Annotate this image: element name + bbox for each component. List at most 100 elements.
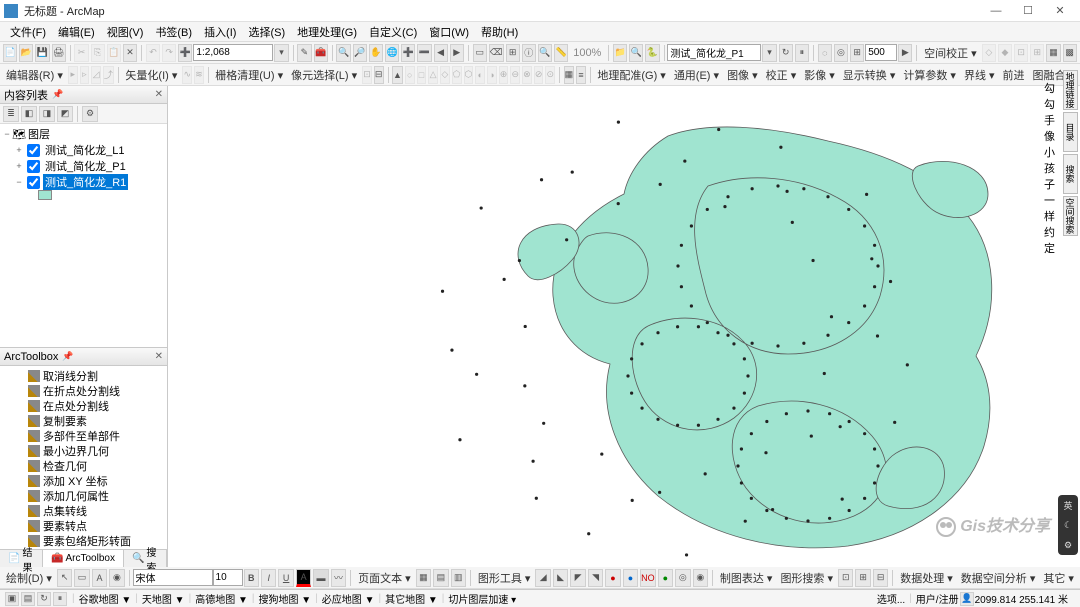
e6-icon[interactable]: ⬡ [464,66,474,84]
tool-item-8[interactable]: 添加几何属性 [2,488,165,503]
zoomin-icon[interactable]: 🔍 [336,44,350,62]
maptools-menu[interactable]: 图形工具 ▾ [474,570,535,586]
menu-customize[interactable]: 自定义(C) [363,22,423,42]
user-link[interactable]: 用户/注册 [916,591,959,606]
e12-icon[interactable]: ⊘ [534,66,544,84]
cs2-icon[interactable]: ⊟ [374,66,384,84]
fixedzoomin-icon[interactable]: ➕ [401,44,415,62]
sa6-icon[interactable]: ▩ [1063,44,1077,62]
mt3-icon[interactable]: ◤ [570,569,585,587]
layoutview-icon[interactable]: ▤ [21,592,35,606]
options-link[interactable]: 选项... [877,591,905,606]
sa4-icon[interactable]: ⊞ [1030,44,1044,62]
grid2-icon[interactable]: ▤ [433,569,448,587]
mt7-icon[interactable]: ● [658,569,673,587]
editor-menu[interactable]: 编辑器(R) ▾ [2,67,67,83]
toc-layer-0[interactable]: + 测试_简化龙_L1 [2,142,165,158]
pagetext-menu[interactable]: 页面文本 ▾ [354,570,415,586]
table-icon[interactable]: ▦ [564,66,575,84]
numeric-input[interactable] [865,44,897,61]
ss3-icon[interactable]: ⊟ [873,569,888,587]
selectbyattr-icon[interactable]: ⊞ [506,44,520,62]
identify-icon[interactable]: ⓘ [522,44,536,62]
mt4-icon[interactable]: ◥ [588,569,603,587]
listbysource-icon[interactable]: ◧ [21,106,37,122]
options-icon[interactable]: ⚙ [82,106,98,122]
sa3-icon[interactable]: ⊡ [1014,44,1028,62]
vec1-icon[interactable]: ∿ [182,66,192,84]
tab-results[interactable]: 📄结果 [0,550,43,567]
listbyvisible-icon[interactable]: ◨ [39,106,55,122]
editor-toolbar-icon[interactable]: ✎ [297,44,311,62]
paste-icon[interactable]: 📋 [107,44,121,62]
python-icon[interactable]: 🐍 [645,44,659,62]
adddata-icon[interactable]: ➕ [178,44,192,62]
go-icon[interactable]: ▶ [898,44,912,62]
ime-widget[interactable]: 英☾⚙ [1058,495,1078,555]
basemap-bing[interactable]: 必应地图 ▼ [322,591,375,606]
linecolor-icon[interactable]: 〰 [331,569,346,587]
e3-icon[interactable]: △ [428,66,438,84]
marker-icon[interactable]: ◉ [109,569,124,587]
menu-help[interactable]: 帮助(H) [475,22,524,42]
map-canvas[interactable]: Gis技术分享 [168,86,1080,567]
vectorize-menu[interactable]: 矢量化(I) ▾ [121,67,181,83]
listbydraw-icon[interactable]: ≣ [3,106,19,122]
grid-icon[interactable]: ⊞ [850,44,864,62]
edt2-icon[interactable]: ▹ [80,66,90,84]
e10-icon[interactable]: ⊖ [510,66,520,84]
fullextent-icon[interactable]: 🌐 [385,44,399,62]
e1-icon[interactable]: ○ [405,66,415,84]
tool-item-0[interactable]: 取消线分割 [2,368,165,383]
mt5-icon[interactable]: ● [605,569,620,587]
listbysel-icon[interactable]: ◩ [57,106,73,122]
pan-icon[interactable]: ✋ [369,44,383,62]
grid3-icon[interactable]: ▥ [451,569,466,587]
layer2-checkbox[interactable] [27,176,40,189]
zoomout-icon[interactable]: 🔎 [353,44,367,62]
fillcolor-icon[interactable]: ▬ [313,569,328,587]
font-select[interactable] [133,569,213,586]
delete-icon[interactable]: ✕ [123,44,137,62]
shapesearch-menu[interactable]: 图形搜索 ▾ [776,570,837,586]
mt6-icon[interactable]: ● [623,569,638,587]
basemap-google[interactable]: 谷歌地图 ▼ [79,591,132,606]
menu-selection[interactable]: 选择(S) [242,22,291,42]
underline-icon[interactable]: U [278,569,293,587]
vec2-icon[interactable]: ≋ [194,66,204,84]
tool-item-9[interactable]: 点集转线 [2,503,165,518]
mt1-icon[interactable]: ◢ [535,569,550,587]
pause-draw-icon[interactable]: ⏸ [53,592,67,606]
forward-icon[interactable]: ▶ [450,44,464,62]
clearsel-icon[interactable]: ⌫ [489,44,504,62]
layer0-checkbox[interactable] [27,144,40,157]
adjust-menu[interactable]: 校正 ▾ [762,67,801,83]
toc-root[interactable]: −🗺 图层 [2,126,165,142]
toolbox-close-icon[interactable]: ✕ [155,351,163,362]
search-icon[interactable]: 🔍 [629,44,643,62]
vtab-catalog[interactable]: 目录 [1063,112,1078,152]
refresh-icon[interactable]: ↻ [779,44,793,62]
yinxiang-menu[interactable]: 影像 ▾ [800,67,839,83]
tool-item-4[interactable]: 多部件至单部件 [2,428,165,443]
redo-icon[interactable]: ↷ [162,44,176,62]
tool-item-2[interactable]: 在点处分割线 [2,398,165,413]
tool-item-10[interactable]: 要素转点 [2,518,165,533]
dataspace-menu[interactable]: 数据空间分析 ▾ [957,570,1040,586]
image-menu[interactable]: 图像 ▾ [723,67,762,83]
tool-item-5[interactable]: 最小边界几何 [2,443,165,458]
find-icon[interactable]: 🔍 [538,44,552,62]
vtab-geo[interactable]: 地理链接 [1063,70,1078,110]
mt-no-icon[interactable]: NO [640,569,656,587]
tool-item-1[interactable]: 在折点处分割线 [2,383,165,398]
bold-icon[interactable]: B [244,569,259,587]
select-icon[interactable]: ▭ [473,44,487,62]
catalog-icon[interactable]: 📁 [613,44,627,62]
attr-icon[interactable]: ≡ [576,66,586,84]
maximize-button[interactable]: ☐ [1012,1,1044,21]
fontcolor-icon[interactable]: A [296,569,311,587]
layer-combo[interactable] [667,44,761,61]
toolbox-pin-icon[interactable]: 📌 [58,351,77,362]
e4-icon[interactable]: ◇ [440,66,450,84]
rect-icon[interactable]: ▭ [74,569,89,587]
